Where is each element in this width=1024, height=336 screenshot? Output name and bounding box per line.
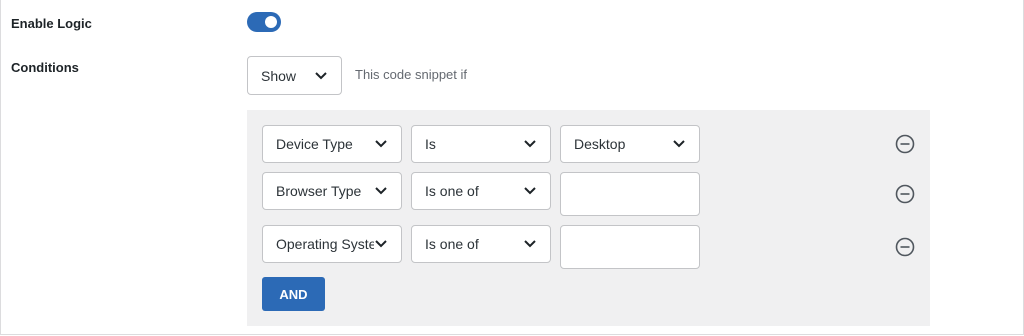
chevron-down-icon (375, 140, 387, 148)
rule-2-operator-value: Is one of (425, 183, 479, 199)
rule-3-operator-select[interactable]: Is one of (411, 225, 551, 263)
remove-rule-1-icon[interactable] (895, 134, 915, 154)
rule-2-field-value: Browser Type (276, 183, 362, 199)
chevron-down-icon (375, 240, 387, 248)
chevron-down-icon (673, 140, 685, 148)
show-hide-value: Show (261, 67, 297, 84)
rule-1-value: Desktop (574, 136, 626, 152)
rule-3-field-value: Operating Syste (276, 236, 374, 252)
chevron-down-icon (524, 187, 536, 195)
show-hide-select[interactable]: Show (247, 56, 342, 95)
rule-2-value-input[interactable] (560, 172, 700, 216)
and-button[interactable]: AND (262, 277, 325, 311)
chevron-down-icon (524, 240, 536, 248)
chevron-down-icon (315, 71, 327, 79)
remove-rule-3-icon[interactable] (895, 237, 915, 257)
rule-1-field-value: Device Type (276, 136, 353, 152)
chevron-down-icon (375, 187, 387, 195)
rule-3-operator-value: Is one of (425, 236, 479, 252)
conditions-label: Conditions (11, 60, 79, 75)
enable-logic-label: Enable Logic (11, 16, 92, 31)
rule-2-field-select[interactable]: Browser Type (262, 172, 402, 210)
chevron-down-icon (524, 140, 536, 148)
rule-1-field-select[interactable]: Device Type (262, 125, 402, 163)
rule-1-operator-select[interactable]: Is (411, 125, 551, 163)
enable-logic-toggle[interactable] (247, 12, 281, 32)
rule-3-field-select[interactable]: Operating Syste (262, 225, 402, 263)
toggle-knob (265, 16, 277, 28)
rule-2-operator-select[interactable]: Is one of (411, 172, 551, 210)
rule-1-value-select[interactable]: Desktop (560, 125, 700, 163)
conditions-hint: This code snippet if (355, 67, 468, 82)
remove-rule-2-icon[interactable] (895, 184, 915, 204)
rule-1-operator-value: Is (425, 136, 436, 152)
rule-3-value-input[interactable] (560, 225, 700, 269)
